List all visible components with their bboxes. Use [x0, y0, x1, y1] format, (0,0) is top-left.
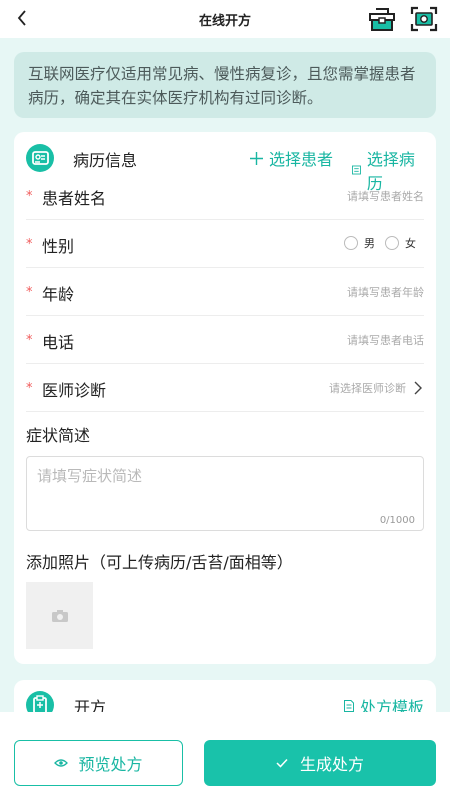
gender-male-radio[interactable]	[344, 236, 358, 250]
generate-label: 生成处方	[299, 755, 364, 774]
medical-record-header: 病历信息 选择患者 选择病历	[26, 144, 424, 193]
symptoms-textarea[interactable]: 请填写症状简述 0/1000	[26, 456, 424, 531]
patient-name-label: 患者姓名	[42, 189, 107, 208]
required-mark: *	[26, 333, 33, 348]
required-mark: *	[26, 381, 33, 396]
gender-row: * 性别 男 女	[26, 220, 424, 268]
phone-input[interactable]: 请填写患者电话	[347, 332, 424, 348]
bottom-action-bar: 预览处方 生成处方	[0, 712, 450, 800]
required-mark: *	[26, 285, 33, 300]
scan-camera-icon	[410, 6, 438, 32]
generate-prescription-button[interactable]: 生成处方	[204, 740, 436, 786]
page-title: 在线开方	[198, 13, 251, 29]
prescription-box-button[interactable]	[368, 6, 396, 32]
gender-male-label[interactable]: 男	[364, 235, 375, 251]
preview-prescription-button[interactable]: 预览处方	[14, 740, 183, 786]
top-bar: 在线开方	[0, 0, 450, 38]
medicine-box-icon	[369, 8, 395, 31]
add-photo-button[interactable]	[26, 582, 93, 649]
medical-record-card: 病历信息 选择患者 选择病历 * 患者姓名 请填写患者姓名 * 性别 男 女 *…	[14, 132, 436, 664]
document-icon	[343, 700, 354, 712]
age-input[interactable]: 请填写患者年龄	[347, 284, 424, 300]
back-button[interactable]	[12, 8, 32, 28]
diagnosis-row[interactable]: * 医师诊断 请选择医师诊断	[26, 364, 424, 412]
chevron-left-icon	[17, 10, 26, 26]
gender-female-label[interactable]: 女	[405, 235, 416, 251]
notice-banner: 互联网医疗仅适用常见病、慢性病复诊，且您需掌握患者病历，确定其在实体医疗机构有过…	[14, 52, 436, 118]
required-mark: *	[26, 237, 33, 252]
check-icon	[276, 758, 288, 768]
photo-label: 添加照片（可上传病历/舌苔/面相等）	[26, 553, 293, 572]
select-patient-label: 选择患者	[269, 150, 334, 169]
camera-icon	[51, 609, 68, 622]
patient-name-row[interactable]: * 患者姓名 请填写患者姓名	[26, 172, 424, 220]
phone-label: 电话	[42, 333, 75, 352]
select-patient-button[interactable]: 选择患者	[250, 146, 333, 170]
record-section-title: 病历信息	[73, 151, 138, 170]
gender-label: 性别	[42, 237, 75, 256]
scan-button[interactable]	[410, 6, 438, 32]
phone-row[interactable]: * 电话 请填写患者电话	[26, 316, 424, 364]
eye-icon	[54, 759, 69, 767]
gender-female-radio[interactable]	[385, 236, 399, 250]
symptoms-placeholder: 请填写症状简述	[37, 467, 143, 485]
age-label: 年龄	[42, 285, 75, 304]
record-section-icon	[26, 144, 54, 172]
plus-icon	[250, 151, 263, 165]
required-mark: *	[26, 189, 33, 204]
chevron-right-icon	[414, 381, 422, 395]
patient-name-input[interactable]: 请填写患者姓名	[347, 188, 424, 204]
diagnosis-label: 医师诊断	[42, 381, 107, 400]
age-row[interactable]: * 年龄 请填写患者年龄	[26, 268, 424, 316]
symptoms-label: 症状简述	[26, 426, 91, 445]
preview-label: 预览处方	[78, 755, 143, 774]
gender-radio-group: 男 女	[344, 235, 420, 251]
diagnosis-select[interactable]: 请选择医师诊断	[329, 380, 406, 396]
symptoms-counter: 0/1000	[379, 515, 415, 526]
